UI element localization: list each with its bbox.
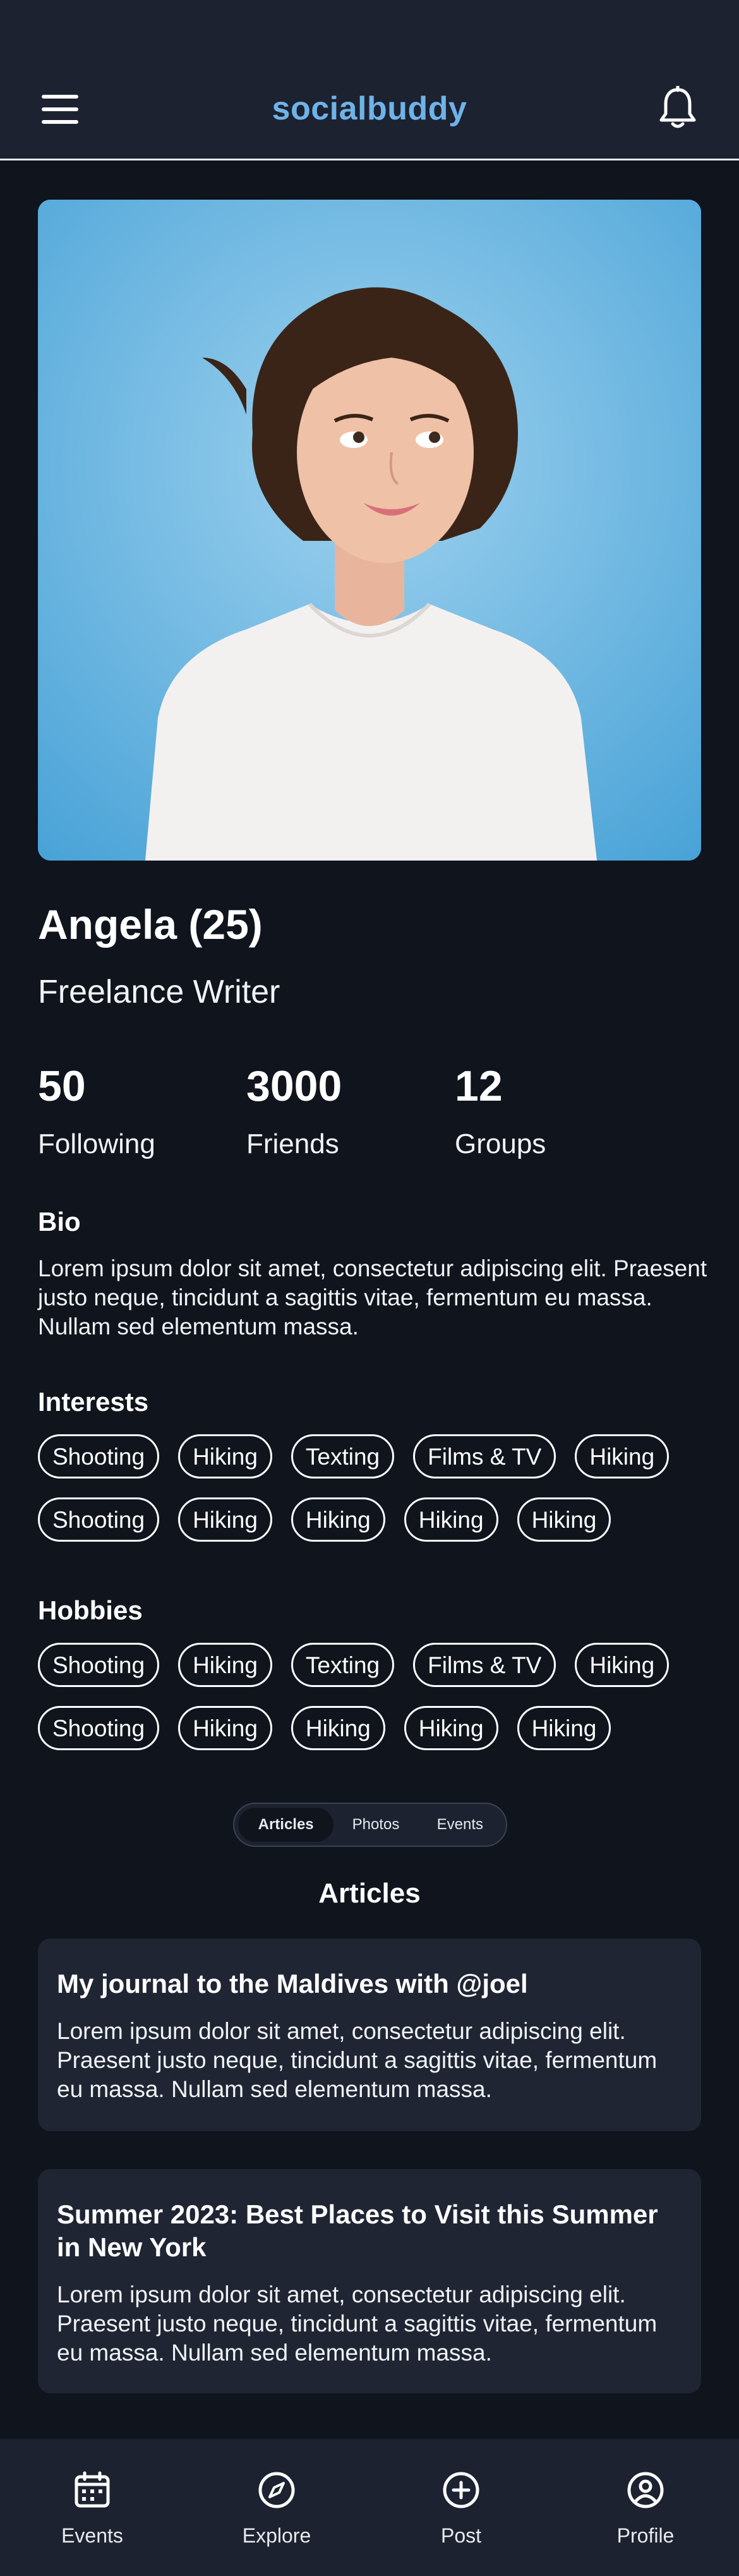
nav-label: Post xyxy=(440,2524,482,2547)
user-circle-icon xyxy=(626,2470,665,2510)
article-card[interactable]: My journal to the Maldives with @joel Lo… xyxy=(38,1938,701,2131)
nav-label: Events xyxy=(61,2524,123,2547)
articles-heading: Articles xyxy=(318,1878,421,1909)
article-title: My journal to the Maldives with @joel xyxy=(57,1969,528,1999)
tab-articles[interactable]: Articles xyxy=(238,1808,334,1842)
interest-chip[interactable]: Hiking xyxy=(178,1434,272,1478)
stat-label: Groups xyxy=(455,1128,546,1159)
article-excerpt: Lorem ipsum dolor sit amet, consectetur … xyxy=(57,2282,658,2366)
nav-post[interactable]: Post xyxy=(369,2439,553,2576)
hobbies-chips: Shooting Hiking Texting Films & TV Hikin… xyxy=(38,1643,707,1750)
interest-chip[interactable]: Hiking xyxy=(178,1497,272,1542)
stat-groups[interactable]: 12 Groups xyxy=(455,1061,546,1160)
content-tabs: Articles Photos Events xyxy=(233,1803,507,1847)
hobby-chip[interactable]: Hiking xyxy=(178,1706,272,1750)
profile-occupation: Freelance Writer xyxy=(38,974,280,1010)
bio-title: Bio xyxy=(38,1207,81,1237)
nav-explore[interactable]: Explore xyxy=(184,2439,369,2576)
bottom-navigation: Events Explore Post Profile xyxy=(0,2439,739,2576)
profile-photo xyxy=(38,200,701,861)
stat-label: Following xyxy=(38,1128,155,1159)
article-title: Summer 2023: Best Places to Visit this S… xyxy=(57,2199,658,2262)
interest-chip[interactable]: Hiking xyxy=(404,1497,498,1542)
interest-chip[interactable]: Films & TV xyxy=(413,1434,556,1478)
hobby-chip[interactable]: Hiking xyxy=(291,1706,385,1750)
hobby-chip[interactable]: Hiking xyxy=(404,1706,498,1750)
brand-logo: socialbuddy xyxy=(272,90,467,127)
stat-friends[interactable]: 3000 Friends xyxy=(246,1061,342,1160)
interests-title: Interests xyxy=(38,1387,149,1417)
interests-chips: Shooting Hiking Texting Films & TV Hikin… xyxy=(38,1434,707,1542)
profile-page: socialbuddy Angela (25) Freelance Writer… xyxy=(0,0,739,2576)
hobby-chip[interactable]: Shooting xyxy=(38,1643,160,1687)
calendar-icon xyxy=(73,2470,112,2510)
interest-chip[interactable]: Shooting xyxy=(38,1497,160,1542)
article-excerpt: Lorem ipsum dolor sit amet, consectetur … xyxy=(57,2018,658,2102)
nav-label: Explore xyxy=(242,2524,311,2547)
hobby-chip[interactable]: Films & TV xyxy=(413,1643,556,1687)
hobbies-title: Hobbies xyxy=(38,1595,143,1625)
interest-chip[interactable]: Shooting xyxy=(38,1434,160,1478)
nav-profile[interactable]: Profile xyxy=(553,2439,738,2576)
article-card[interactable]: Summer 2023: Best Places to Visit this S… xyxy=(38,2169,701,2393)
bell-icon[interactable] xyxy=(658,85,697,130)
compass-icon xyxy=(257,2470,296,2510)
stat-value: 12 xyxy=(455,1062,503,1110)
hobby-chip[interactable]: Hiking xyxy=(575,1643,670,1687)
tab-events[interactable]: Events xyxy=(418,1808,502,1842)
tab-photos[interactable]: Photos xyxy=(333,1808,418,1842)
stat-following[interactable]: 50 Following xyxy=(38,1061,155,1160)
profile-name: Angela (25) xyxy=(38,901,263,948)
interest-chip[interactable]: Texting xyxy=(291,1434,395,1478)
stat-label: Friends xyxy=(246,1128,339,1159)
stat-value: 3000 xyxy=(246,1062,342,1110)
hobby-chip[interactable]: Hiking xyxy=(178,1643,272,1687)
hobby-chip[interactable]: Texting xyxy=(291,1643,395,1687)
nav-label: Profile xyxy=(616,2524,675,2547)
plus-circle-icon xyxy=(442,2470,481,2510)
hobby-chip[interactable]: Shooting xyxy=(38,1706,160,1750)
interest-chip[interactable]: Hiking xyxy=(291,1497,385,1542)
top-app-bar: socialbuddy xyxy=(0,0,739,160)
nav-events[interactable]: Events xyxy=(0,2439,184,2576)
interest-chip[interactable]: Hiking xyxy=(517,1497,611,1542)
stat-value: 50 xyxy=(38,1062,86,1110)
interest-chip[interactable]: Hiking xyxy=(575,1434,670,1478)
bio-text: Lorem ipsum dolor sit amet, consectetur … xyxy=(38,1255,707,1339)
hobby-chip[interactable]: Hiking xyxy=(517,1706,611,1750)
